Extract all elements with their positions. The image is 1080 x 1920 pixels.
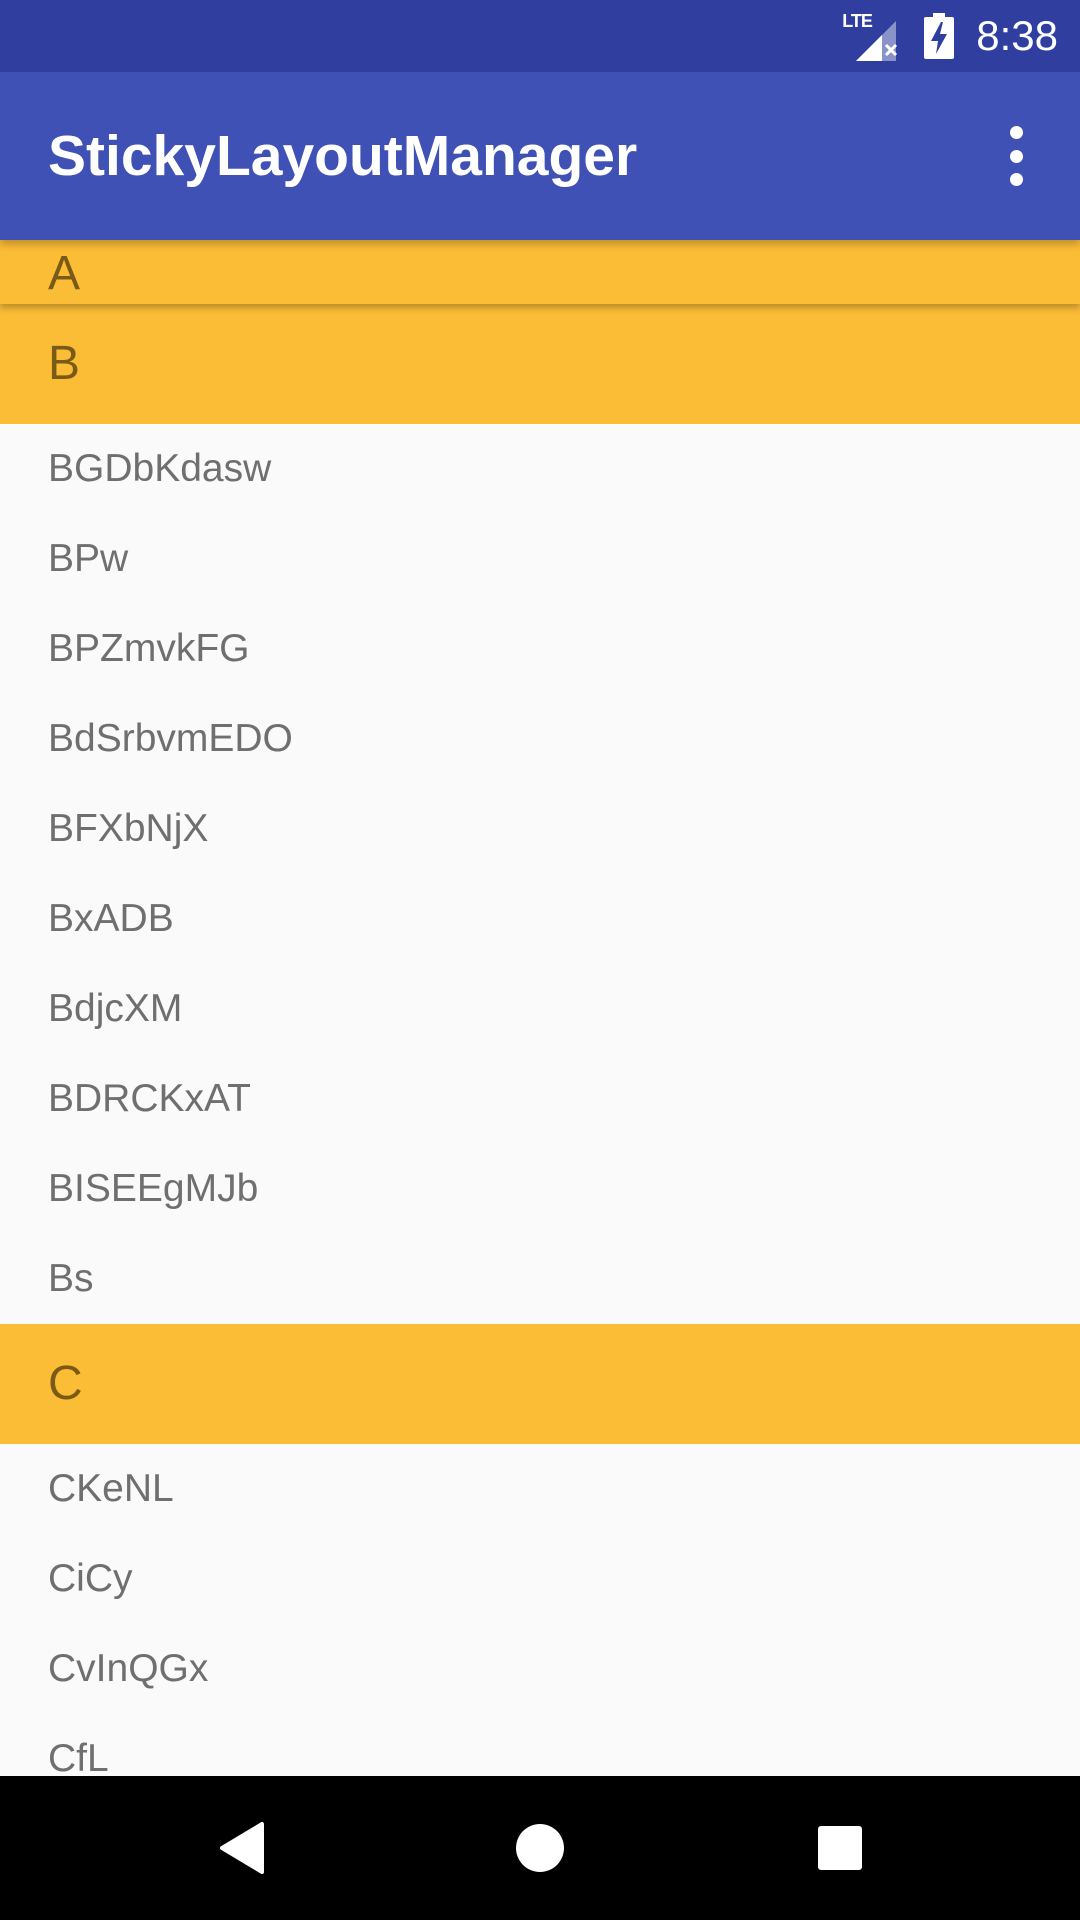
status-icons: LTE 8:38 bbox=[842, 0, 1058, 72]
list-item[interactable]: BdSrbvmEDO bbox=[0, 694, 1080, 784]
list-item[interactable]: BGDbKdasw bbox=[0, 424, 1080, 514]
list-item-label: CKeNL bbox=[48, 1467, 174, 1510]
list-item[interactable]: BPZmvkFG bbox=[0, 604, 1080, 694]
list-item[interactable]: CKeNL bbox=[0, 1444, 1080, 1534]
section-header-label: C bbox=[48, 1357, 83, 1410]
list-item[interactable]: CvInQGx bbox=[0, 1624, 1080, 1714]
more-options-button[interactable] bbox=[992, 126, 1040, 186]
list-item-label: BxADB bbox=[48, 897, 174, 940]
list-item-label: BPw bbox=[48, 537, 129, 580]
screen: LTE 8:38 StickyLayoutManager A B BGDbKda… bbox=[0, 0, 1080, 1920]
list-item[interactable]: BPw bbox=[0, 514, 1080, 604]
sticky-section-header: A bbox=[0, 240, 1080, 304]
list-content: B BGDbKdasw BPw BPZmvkFG BdSrbvmEDO BFXb… bbox=[0, 304, 1080, 1776]
app-title: StickyLayoutManager bbox=[48, 124, 638, 188]
signal-icon: LTE bbox=[842, 11, 904, 61]
sticky-header-label: A bbox=[48, 247, 81, 300]
list-item-label: BFXbNjX bbox=[48, 807, 209, 850]
list-item-label: BISEEgMJb bbox=[48, 1167, 259, 1210]
list-item[interactable]: BFXbNjX bbox=[0, 784, 1080, 874]
more-vert-icon-dot bbox=[1009, 149, 1023, 163]
section-header-b: B bbox=[0, 304, 1080, 424]
list-item-label: CfL bbox=[48, 1737, 109, 1776]
back-button[interactable] bbox=[216, 1820, 272, 1876]
navigation-bar bbox=[0, 1776, 1080, 1920]
app-bar: StickyLayoutManager bbox=[0, 72, 1080, 240]
list-item[interactable]: BxADB bbox=[0, 874, 1080, 964]
sticky-list[interactable]: A B BGDbKdasw BPw BPZmvkFG BdSrbvmEDO BF… bbox=[0, 240, 1080, 1776]
list-item[interactable]: Bs bbox=[0, 1234, 1080, 1324]
status-time: 8:38 bbox=[976, 12, 1058, 59]
home-button[interactable] bbox=[512, 1820, 568, 1876]
list-item[interactable]: BISEEgMJb bbox=[0, 1144, 1080, 1234]
list-item-label: BGDbKdasw bbox=[48, 447, 272, 490]
list-item[interactable]: CfL bbox=[0, 1714, 1080, 1776]
home-icon bbox=[516, 1824, 564, 1872]
list-item[interactable]: BDRCKxAT bbox=[0, 1054, 1080, 1144]
section-header-c: C bbox=[0, 1324, 1080, 1444]
recents-icon bbox=[818, 1826, 862, 1870]
list-item-label: BPZmvkFG bbox=[48, 627, 250, 670]
list-item-label: CiCy bbox=[48, 1557, 133, 1600]
list-item-label: BDRCKxAT bbox=[48, 1077, 251, 1120]
section-header-label: B bbox=[48, 337, 81, 390]
more-vert-icon-dot bbox=[1009, 173, 1023, 186]
list-item-label: Bs bbox=[48, 1257, 94, 1300]
more-vert-icon bbox=[1009, 126, 1023, 139]
list-item-label: BdjcXM bbox=[48, 987, 183, 1030]
list-item-label: BdSrbvmEDO bbox=[48, 717, 293, 760]
battery-charging-icon bbox=[924, 13, 955, 59]
list-item[interactable]: CiCy bbox=[0, 1534, 1080, 1624]
back-icon bbox=[220, 1822, 264, 1874]
list-item-label: CvInQGx bbox=[48, 1647, 209, 1690]
status-bar: LTE 8:38 bbox=[0, 0, 1080, 72]
list-item[interactable]: BdjcXM bbox=[0, 964, 1080, 1054]
recents-button[interactable] bbox=[812, 1820, 868, 1876]
